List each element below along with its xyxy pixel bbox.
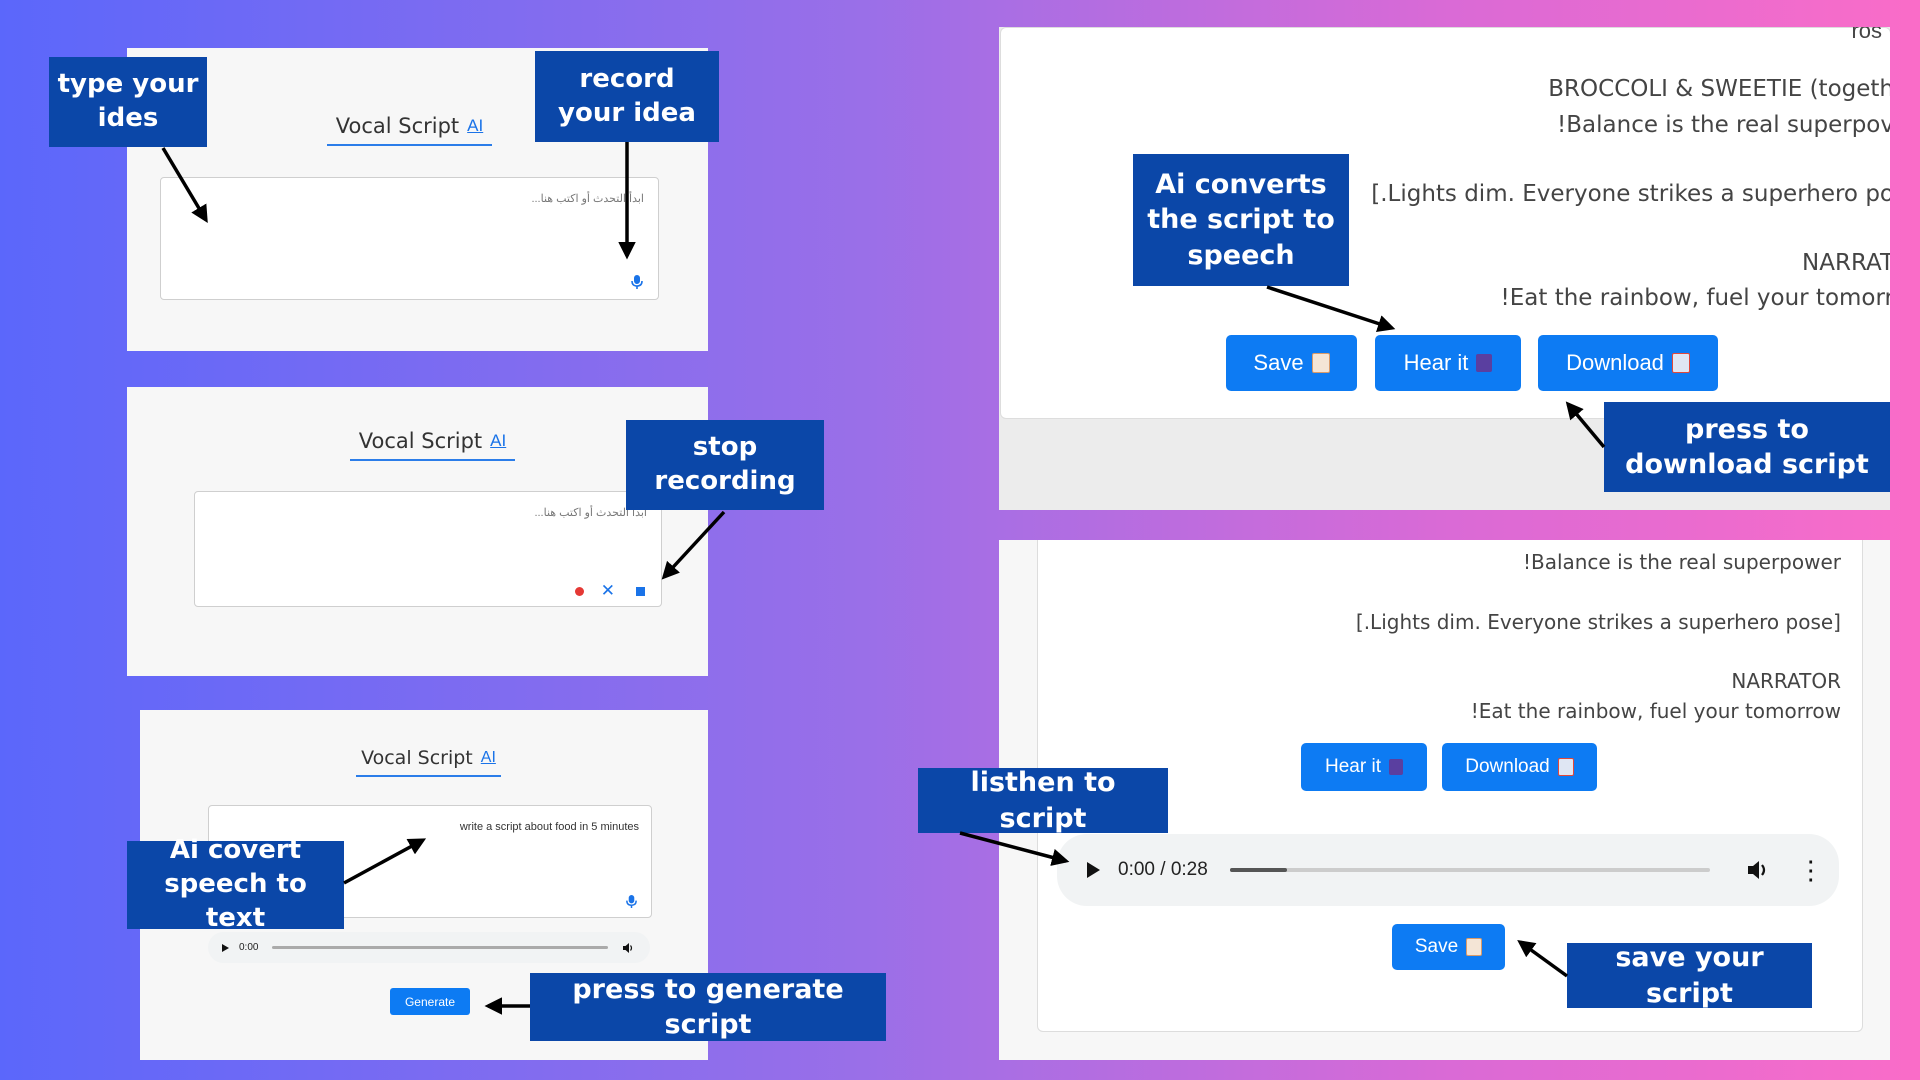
ai-tag: AI (490, 431, 507, 450)
callout-type-idea: type your ides (49, 57, 207, 147)
memo-icon (1466, 938, 1483, 956)
save-button[interactable]: Save (1392, 924, 1505, 970)
app-title: Vocal Script AI (356, 747, 501, 777)
script-line: [.Lights dim. Everyone strikes a superhe… (1355, 610, 1841, 634)
script-input[interactable]: ابدأ التحدث أو اكتب هنا... ✕ (194, 491, 662, 607)
script-line: NARRAT (1802, 250, 1890, 276)
generate-button[interactable]: Generate (390, 988, 470, 1015)
hear-it-button-label: Hear it (1403, 350, 1469, 375)
stop-icon[interactable] (636, 587, 645, 596)
script-line: !Balance is the real superpov (1557, 112, 1890, 138)
audio-progress-track[interactable] (1229, 868, 1710, 872)
download-button[interactable]: Download (1538, 335, 1718, 391)
mini-audio-player[interactable]: 0:00 (208, 932, 650, 963)
download-button[interactable]: Download (1442, 743, 1597, 791)
hear-it-button[interactable]: Hear it (1375, 335, 1521, 391)
more-options-icon[interactable]: ⋮ (1798, 857, 1824, 883)
download-button-label: Download (1465, 756, 1550, 777)
script-input[interactable]: ابدأ التحدث أو اكتب هنا... (160, 177, 659, 300)
audio-time: 0:00 (239, 942, 259, 953)
input-placeholder: ابدأ التحدث أو اكتب هنا... (531, 193, 644, 205)
script-text-fragment: ros (1851, 27, 1882, 43)
callout-listen-script: listhen to script (918, 767, 1168, 834)
memo-icon (1311, 353, 1330, 373)
script-line: [.Lights dim. Everyone strikes a superhe… (1371, 181, 1890, 207)
app-title: Vocal Script AI (350, 429, 515, 461)
script-line: !Eat the rainbow, fuel your tomorrow (1470, 699, 1841, 723)
hear-it-button[interactable]: Hear it (1301, 743, 1427, 791)
app-title: Vocal Script AI (327, 114, 492, 146)
callout-press-download: press to download script (1604, 402, 1890, 492)
play-icon[interactable] (1087, 862, 1100, 878)
panel-recording: Vocal Script AI ابدأ التحدث أو اكتب هنا.… (127, 387, 708, 676)
play-icon[interactable] (222, 943, 229, 952)
app-title-text: Vocal Script (361, 747, 473, 769)
script-line: NARRATOR (1731, 669, 1841, 693)
callout-ai-to-speech: Ai converts the script to speech (1133, 154, 1349, 286)
save-button-label: Save (1253, 350, 1304, 375)
cancel-icon[interactable]: ✕ (601, 581, 615, 601)
volume-icon[interactable] (1746, 859, 1770, 881)
ai-tag: AI (480, 749, 496, 766)
audio-progress-fill (1229, 868, 1288, 872)
outbox-icon (1557, 758, 1574, 776)
callout-save-script: save your script (1567, 942, 1812, 1009)
save-button[interactable]: Save (1226, 335, 1357, 391)
download-button-label: Download (1566, 350, 1664, 375)
callout-record-idea: record your idea (535, 51, 719, 142)
recording-dot-icon (575, 587, 584, 596)
audio-time: 0:00 / 0:28 (1118, 859, 1208, 880)
volume-icon[interactable] (622, 942, 634, 954)
script-line: !Eat the rainbow, fuel your tomorr (1500, 285, 1890, 311)
audio-player[interactable]: 0:00 / 0:28 ⋮ (1057, 834, 1839, 906)
microphone-icon[interactable] (625, 894, 638, 909)
audio-progress-track[interactable] (272, 946, 609, 949)
hear-it-button-label: Hear it (1325, 756, 1381, 777)
transcribed-text: write a script about food in 5 minutes (459, 821, 639, 833)
microphone-icon[interactable] (630, 274, 644, 290)
script-line: !Balance is the real superpower (1522, 550, 1841, 574)
speaking-head-icon (1476, 354, 1493, 372)
save-button-label: Save (1414, 936, 1459, 957)
speaking-head-icon (1388, 759, 1403, 775)
app-title-text: Vocal Script (358, 429, 483, 453)
app-title-text: Vocal Script (335, 114, 460, 138)
callout-press-generate: press to generate script (530, 973, 886, 1041)
outbox-icon (1671, 353, 1690, 373)
callout-ai-speech-to-text: Ai covert speech to text (127, 835, 344, 933)
callout-stop-recording: stop recording (626, 420, 824, 510)
script-line: BROCCOLI & SWEETIE (togeth (1548, 76, 1890, 102)
ai-tag: AI (467, 116, 484, 135)
